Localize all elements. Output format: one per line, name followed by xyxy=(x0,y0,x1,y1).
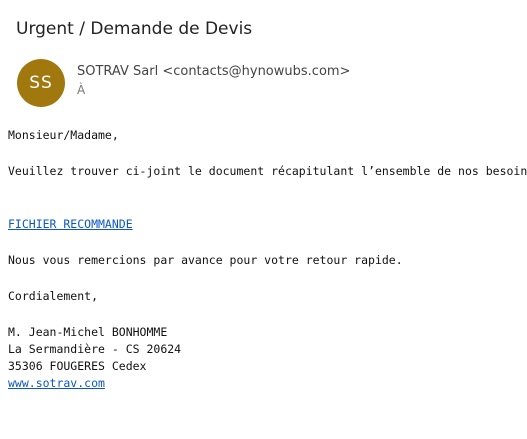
signature-address-line-2: 35306 FOUGERES Cedex xyxy=(8,359,147,373)
body-paragraph-2: Nous vous remercions par avance pour vot… xyxy=(8,253,403,267)
recipient-label: À xyxy=(77,83,86,97)
website-link[interactable]: www.sotrav.com xyxy=(8,375,105,392)
sender-avatar: SS xyxy=(17,59,65,107)
body-paragraph-1: Veuillez trouver ci-joint le document ré… xyxy=(8,164,527,178)
signature-address-line-1: La Sermandière - CS 20624 xyxy=(8,342,182,356)
attachment-link[interactable]: FICHIER RECOMMANDE xyxy=(8,216,133,233)
closing: Cordialement, xyxy=(8,289,99,303)
avatar-initials: SS xyxy=(29,73,53,93)
sender-address[interactable]: SOTRAV Sarl <contacts@hynowubs.com> xyxy=(77,64,350,79)
signature-name: M. Jean-Michel BONHOMME xyxy=(8,325,168,339)
greeting: Monsieur/Madame, xyxy=(8,128,119,142)
email-subject: Urgent / Demande de Devis xyxy=(16,19,253,39)
